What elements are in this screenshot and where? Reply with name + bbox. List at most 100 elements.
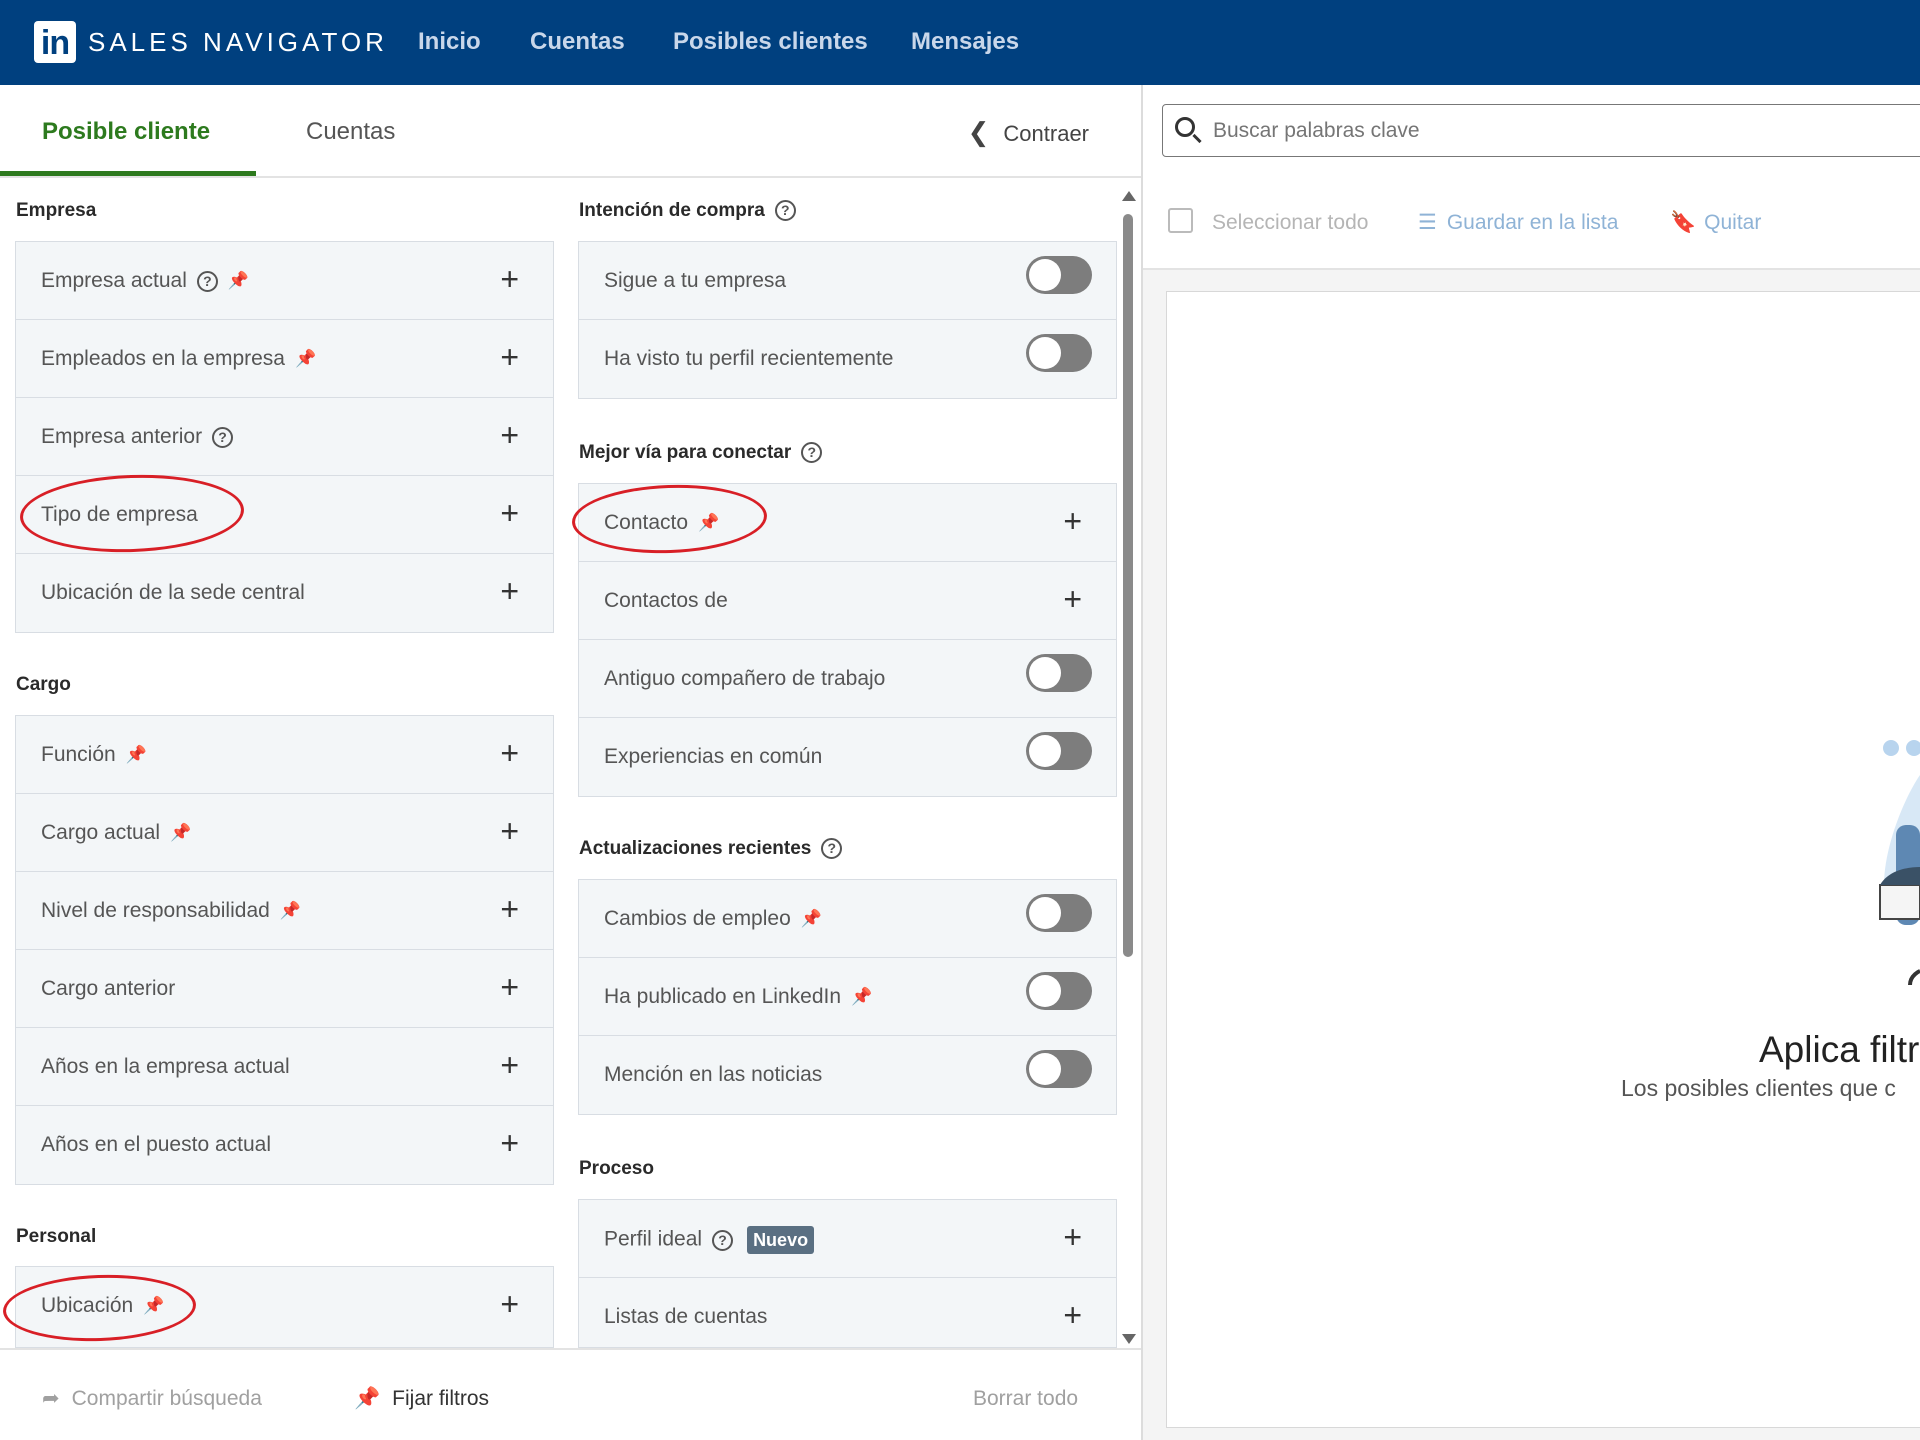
toggle-sigue-empresa[interactable] [1026, 256, 1092, 294]
search-input[interactable] [1213, 117, 1913, 145]
filter-label: Empleados en la empresa [41, 347, 285, 370]
remove-button[interactable]: 🔖 Quitar [1670, 210, 1761, 236]
toggle-knob [1029, 259, 1061, 291]
scroll-down-arrow-icon[interactable] [1122, 1334, 1136, 1344]
section-title-proceso: Proceso [579, 1158, 654, 1179]
plus-icon[interactable]: + [500, 892, 519, 926]
filter-row-nivel-responsabilidad[interactable]: Nivel de responsabilidad 📌 + [16, 872, 553, 950]
scroll-thumb[interactable] [1123, 214, 1133, 957]
toggle-mencion-noticias[interactable] [1026, 1050, 1092, 1088]
filter-row-funcion[interactable]: Función 📌 + [16, 716, 553, 794]
filters-scrollbar[interactable] [1119, 188, 1137, 1344]
select-all-checkbox[interactable] [1168, 208, 1193, 233]
filter-card-intencion: Sigue a tu empresa Ha visto tu perfil re… [578, 241, 1117, 399]
nav-mensajes[interactable]: Mensajes [911, 26, 1019, 58]
pin-icon[interactable]: 📌 [228, 268, 249, 294]
pin-icon[interactable]: 📌 [851, 984, 872, 1010]
help-icon[interactable]: ? [712, 1229, 734, 1251]
filter-row-anos-puesto[interactable]: Años en el puesto actual + [16, 1106, 553, 1184]
filter-row-sigue-empresa: Sigue a tu empresa [579, 242, 1116, 320]
filter-label: Empresa anterior [41, 425, 203, 448]
section-label: Intención de compra [579, 200, 765, 221]
save-to-list-label: Guardar en la lista [1446, 211, 1619, 234]
save-to-list-button[interactable]: ☰ Guardar en la lista [1418, 210, 1618, 236]
plus-icon[interactable]: + [500, 1126, 519, 1160]
filter-row-anos-empresa[interactable]: Años en la empresa actual + [16, 1028, 553, 1106]
plus-icon[interactable]: + [500, 574, 519, 608]
pin-icon[interactable]: 📌 [126, 742, 147, 768]
pin-filters-button[interactable]: 📌 Fijar filtros [354, 1386, 489, 1412]
help-icon[interactable]: ? [801, 442, 823, 464]
filter-card-empresa: Empresa actual? 📌 + Empleados en la empre… [15, 241, 554, 633]
filter-row-cargo-anterior[interactable]: Cargo anterior + [16, 950, 553, 1028]
plus-icon[interactable]: + [500, 814, 519, 848]
nav-posibles-clientes[interactable]: Posibles clientes [673, 26, 868, 58]
toggle-ha-visto-perfil[interactable] [1026, 334, 1092, 372]
help-icon[interactable]: ? [196, 270, 218, 292]
filter-label: Perfil ideal [604, 1227, 703, 1251]
help-icon[interactable]: ? [212, 426, 234, 448]
toggle-cambios-empleo[interactable] [1026, 894, 1092, 932]
top-navigation-bar: in SALES NAVIGATOR Inicio Cuentas Posibl… [0, 0, 1920, 85]
filter-card-actualizaciones: Cambios de empleo 📌 Ha publicado en Linke… [578, 879, 1117, 1115]
filter-label: Listas de cuentas [604, 1305, 768, 1328]
filter-row-empresa-actual[interactable]: Empresa actual? 📌 + [16, 242, 553, 320]
nav-inicio[interactable]: Inicio [418, 26, 481, 58]
section-label: Actualizaciones recientes [579, 838, 812, 859]
plus-icon[interactable]: + [500, 970, 519, 1004]
toggle-experiencias[interactable] [1026, 732, 1092, 770]
list-icon: ☰ [1418, 211, 1437, 234]
toggle-knob [1029, 1053, 1061, 1085]
plus-icon[interactable]: + [500, 262, 519, 296]
select-all-label[interactable]: Seleccionar todo [1212, 210, 1368, 236]
filter-label: Cargo anterior [41, 977, 176, 1000]
filter-row-ha-publicado: Ha publicado en LinkedIn 📌 [579, 958, 1116, 1036]
tab-cuentas[interactable]: Cuentas [306, 117, 395, 147]
plus-icon[interactable]: + [500, 1287, 519, 1321]
filter-row-contactos-de[interactable]: Contactos de + [579, 562, 1116, 640]
pin-icon: 📌 [354, 1387, 381, 1410]
empty-state-title: Aplica filtr [1759, 1029, 1920, 1070]
collapse-button[interactable]: ❮ Contraer [968, 117, 1089, 149]
plus-icon[interactable]: + [1063, 582, 1082, 616]
nav-cuentas[interactable]: Cuentas [530, 26, 625, 58]
pin-icon[interactable]: 📌 [170, 820, 191, 846]
tab-posible-cliente[interactable]: Posible cliente [42, 117, 210, 147]
pin-icon[interactable]: 📌 [295, 346, 316, 372]
pin-icon[interactable]: 📌 [280, 898, 301, 924]
plus-icon[interactable]: + [500, 496, 519, 530]
toggle-knob [1029, 657, 1061, 689]
filter-row-ubicacion-sede[interactable]: Ubicación de la sede central + [16, 554, 553, 632]
remove-label: Quitar [1704, 211, 1762, 234]
share-search-button[interactable]: ➦ Compartir búsqueda [42, 1386, 262, 1412]
linkedin-logo-icon[interactable]: in [34, 21, 76, 63]
plus-icon[interactable]: + [1063, 1220, 1082, 1254]
help-icon[interactable]: ? [821, 838, 843, 860]
plus-icon[interactable]: + [500, 736, 519, 770]
filter-row-empleados[interactable]: Empleados en la empresa 📌 + [16, 320, 553, 398]
toggle-knob [1029, 975, 1061, 1007]
filter-label: Nivel de responsabilidad [41, 899, 270, 922]
filter-row-perfil-ideal[interactable]: Perfil ideal? Nuevo + [579, 1200, 1116, 1278]
filter-row-cargo-actual[interactable]: Cargo actual 📌 + [16, 794, 553, 872]
section-title-cargo: Cargo [16, 674, 71, 695]
filter-label: Antiguo compañero de trabajo [604, 667, 886, 690]
results-card [1166, 291, 1920, 1428]
toggle-ha-publicado[interactable] [1026, 972, 1092, 1010]
filter-row-listas-cuentas[interactable]: Listas de cuentas + [579, 1278, 1116, 1347]
plus-icon[interactable]: + [500, 418, 519, 452]
plus-icon[interactable]: + [1063, 504, 1082, 538]
filter-label: Sigue a tu empresa [604, 269, 787, 292]
filter-label: Contactos de [604, 589, 728, 612]
filter-row-empresa-anterior[interactable]: Empresa anterior? + [16, 398, 553, 476]
toggle-antiguo-companero[interactable] [1026, 654, 1092, 692]
scroll-up-arrow-icon[interactable] [1122, 191, 1136, 201]
plus-icon[interactable]: + [500, 1048, 519, 1082]
plus-icon[interactable]: + [500, 340, 519, 374]
clear-all-button[interactable]: Borrar todo [973, 1386, 1078, 1412]
keyword-search [1162, 104, 1920, 157]
plus-icon[interactable]: + [1063, 1298, 1082, 1332]
brand-name[interactable]: SALES NAVIGATOR [88, 26, 388, 58]
pin-icon[interactable]: 📌 [801, 906, 822, 932]
help-icon[interactable]: ? [774, 200, 796, 222]
